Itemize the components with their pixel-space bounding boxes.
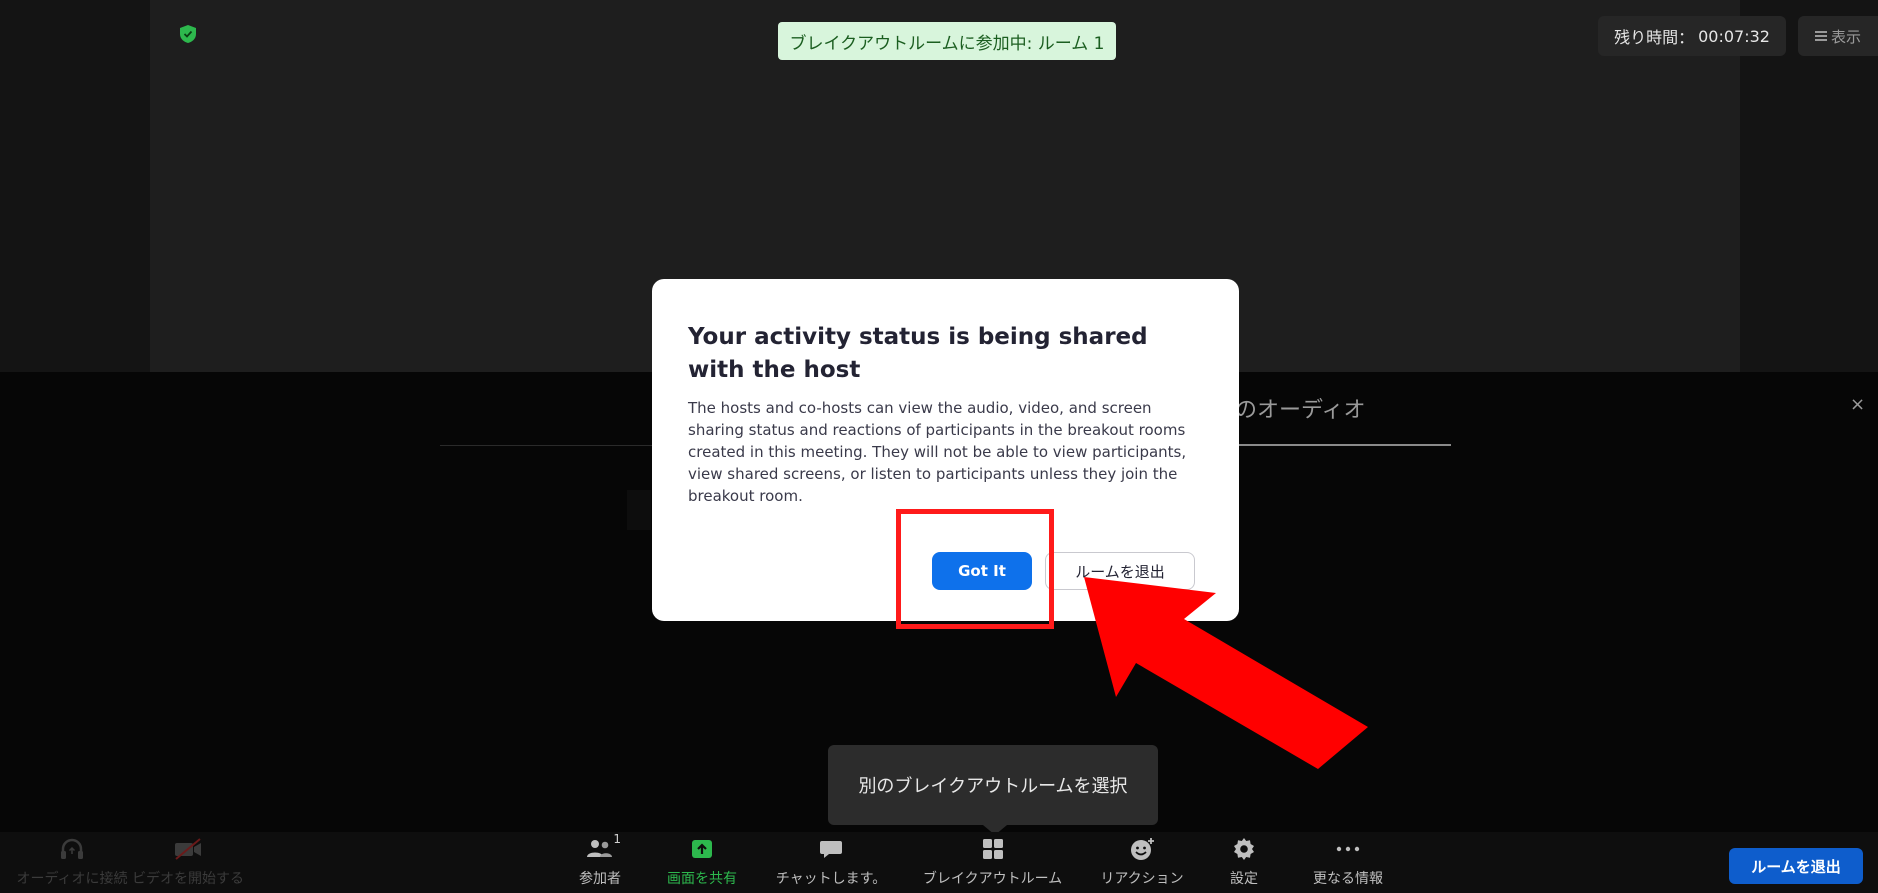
audio-tab[interactable]: のオーディオ <box>1235 392 1365 424</box>
more-button[interactable]: 更なる情報 <box>1303 836 1393 893</box>
reactions-button[interactable]: リアクション <box>1087 836 1197 893</box>
share-screen-icon <box>687 836 717 862</box>
chat-button[interactable]: チャットします。 <box>768 836 894 893</box>
dialog-message: The hosts and co-hosts can view the audi… <box>688 399 1187 505</box>
annotation-highlight-box <box>896 509 1054 629</box>
breakout-room-banner-text: ブレイクアウトルームに参加中: ルーム 1 <box>789 33 1105 54</box>
chat-icon <box>816 836 846 862</box>
headphones-icon <box>57 836 87 862</box>
view-button[interactable]: 表示 <box>1798 16 1878 56</box>
breakout-rooms-label: ブレイクアウトルーム <box>922 871 1063 887</box>
close-icon[interactable]: × <box>1850 394 1865 415</box>
participants-button[interactable]: 1 参加者 <box>565 832 635 893</box>
zoom-meeting-window: ブレイクアウトルームに参加中: ルーム 1 残り時間： 00:07:32 表示 … <box>0 0 1878 893</box>
gear-icon <box>1229 836 1259 862</box>
video-off-icon <box>173 836 203 862</box>
leave-room-button[interactable]: ルームを退出 <box>1729 848 1863 884</box>
dialog-title: Your activity status is being shared wit… <box>688 324 1148 383</box>
breakout-tooltip: 別のブレイクアウトルームを選択 <box>828 745 1158 825</box>
share-screen-button[interactable]: 画面を共有 <box>660 836 744 893</box>
more-label: 更なる情報 <box>1313 871 1383 887</box>
start-video-label: ビデオを開始する <box>132 871 244 887</box>
view-button-label: 表示 <box>1830 27 1861 46</box>
video-edge-left <box>0 0 150 372</box>
chat-label: チャットします。 <box>775 871 887 887</box>
participants-label: 参加者 <box>579 871 621 887</box>
join-audio-label: オーディオに接続 <box>16 871 128 887</box>
join-audio-button[interactable]: オーディオに接続 <box>12 836 132 893</box>
audio-panel-element <box>627 490 651 530</box>
grid-view-icon <box>1814 31 1827 41</box>
breakout-rooms-icon <box>978 836 1008 862</box>
breakout-tooltip-text: 別のブレイクアウトルームを選択 <box>858 776 1128 797</box>
annotation-arrow-icon <box>1084 577 1368 769</box>
more-dots-icon <box>1333 836 1363 862</box>
remaining-time-label: 残り時間： <box>1614 28 1695 47</box>
start-video-button[interactable]: ビデオを開始する <box>128 836 248 893</box>
participants-icon: 1 <box>585 832 621 862</box>
shield-icon[interactable] <box>180 25 196 43</box>
share-screen-label: 画面を共有 <box>667 871 737 887</box>
remaining-time: 残り時間： 00:07:32 <box>1598 16 1786 56</box>
audio-tab-underline <box>1235 444 1451 446</box>
reactions-label: リアクション <box>1100 871 1184 887</box>
settings-label: 設定 <box>1230 871 1258 887</box>
breakout-room-banner: ブレイクアウトルームに参加中: ルーム 1 <box>778 22 1116 60</box>
settings-button[interactable]: 設定 <box>1219 836 1269 893</box>
remaining-time-value: 00:07:32 <box>1698 26 1770 46</box>
participants-count: 1 <box>613 832 621 846</box>
breakout-rooms-button[interactable]: ブレイクアウトルーム <box>915 836 1070 893</box>
reactions-icon <box>1127 836 1157 862</box>
